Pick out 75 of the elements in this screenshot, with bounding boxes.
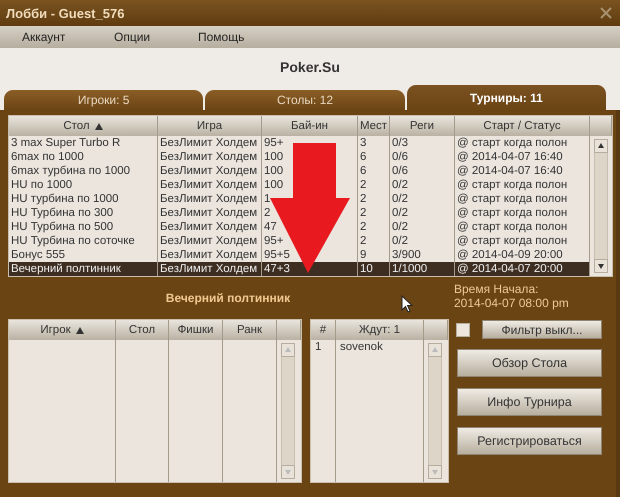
table-cell: HU турбина по 1000 — [9, 192, 158, 206]
column-header[interactable]: Стол — [9, 116, 158, 136]
table-cell: HU Турбина по 500 — [9, 220, 158, 234]
table-cell: 3 — [358, 136, 390, 150]
filter-button[interactable]: Фильтр выкл... — [482, 320, 602, 339]
scroll-up-icon — [428, 343, 442, 357]
table-cell: 2 — [358, 206, 390, 220]
table-cell: БезЛимит Холдем — [158, 234, 262, 248]
table-cell: 6max турбина по 1000 — [9, 164, 158, 178]
column-header[interactable]: Ранк — [223, 320, 277, 340]
table-cell: 0/6 — [390, 164, 455, 178]
table-cell: 0/2 — [390, 178, 455, 192]
column-header[interactable]: Ждут: 1 — [336, 320, 424, 340]
checkbox[interactable] — [456, 322, 470, 336]
table-cell: 6 — [358, 150, 390, 164]
tab[interactable]: Игроки: 5 — [4, 90, 204, 110]
table-cell: БезЛимит Холдем — [158, 220, 262, 234]
table-row[interactable]: Вечерний полтинник БезЛимит Холдем 47+3 10 1/1000 @ 2014-04-07 20:00 — [9, 262, 590, 276]
menu-item[interactable]: Помощь — [198, 30, 298, 44]
tournament-title: Вечерний полтинник — [166, 291, 290, 305]
table-cell: HU Турбина по соточке — [9, 234, 158, 248]
table-cell: БезЛимит Холдем — [158, 262, 262, 276]
tab[interactable]: Столы: 12 — [205, 90, 405, 110]
table-cell: 6max по 1000 — [9, 150, 158, 164]
table-cell: 2 — [358, 192, 390, 206]
table-cell: 2 — [358, 178, 390, 192]
scroll-up-icon — [281, 343, 295, 357]
table-cell: Вечерний полтинник — [9, 262, 158, 276]
action-button[interactable]: Обзор Стола — [457, 349, 602, 377]
column-header[interactable]: Стол — [116, 320, 169, 340]
action-button[interactable]: Регистрироваться — [457, 427, 602, 455]
table-cell: 0/6 — [390, 150, 455, 164]
table-cell: 0/3 — [390, 136, 455, 150]
scroll-up-icon — [594, 139, 608, 153]
action-button[interactable]: Инфо Турнира — [457, 388, 602, 416]
table-cell-text: 1 — [314, 340, 322, 354]
tab[interactable]: Турниры: 11 — [406, 85, 606, 110]
table-cell: HU Турбина по 300 — [9, 206, 158, 220]
table-cell: БезЛимит Холдем — [158, 150, 262, 164]
table-cell: 1/1000 — [390, 262, 455, 276]
brand-title: Poker.Su — [280, 58, 340, 74]
column-header[interactable]: Мест — [358, 116, 390, 136]
column-header[interactable]: # — [311, 320, 336, 340]
table-cell: БезЛимит Холдем — [158, 136, 262, 150]
table-cell: HU по 1000 — [9, 178, 158, 192]
close-icon[interactable] — [600, 7, 612, 19]
table-cell: 0/2 — [390, 192, 455, 206]
table-cell: 2 — [358, 220, 390, 234]
table-cell: 0/2 — [390, 234, 455, 248]
scroll-down-icon — [594, 259, 608, 273]
table-cell: 0/2 — [390, 206, 455, 220]
cursor-icon — [401, 295, 413, 313]
column-header[interactable]: Игрок — [9, 320, 116, 340]
table-cell: 10 — [358, 262, 390, 276]
column-header[interactable]: Старт / Статус — [455, 116, 590, 136]
table-cell: 3 max Super Turbo R — [9, 136, 158, 150]
window-title: Лобби - Guest_576 — [6, 6, 124, 20]
table-cell: 2 — [358, 234, 390, 248]
table-cell: БезЛимит Холдем — [158, 178, 262, 192]
table-cell-text: sovenok — [339, 340, 384, 354]
table-cell: БезЛимит Холдем — [158, 164, 262, 178]
table-cell: 6 — [358, 164, 390, 178]
table-cell: 0/2 — [390, 220, 455, 234]
start-time-label: Время Начала: — [454, 282, 540, 296]
scroll-down-icon — [281, 465, 295, 479]
menu-item[interactable]: Аккаунт — [22, 30, 114, 44]
table-cell: БезЛимит Холдем — [158, 206, 262, 220]
column-header[interactable]: Фишки — [169, 320, 223, 340]
column-header[interactable]: Реги — [390, 116, 455, 136]
column-header[interactable]: Игра — [158, 116, 262, 136]
scroll-down-icon — [428, 465, 442, 479]
column-header[interactable]: Бай-ин — [262, 116, 358, 136]
table-cell: БезЛимит Холдем — [158, 192, 262, 206]
start-time-value: 2014-04-07 08:00 pm — [454, 296, 570, 310]
menu-item[interactable]: Опции — [114, 30, 198, 44]
